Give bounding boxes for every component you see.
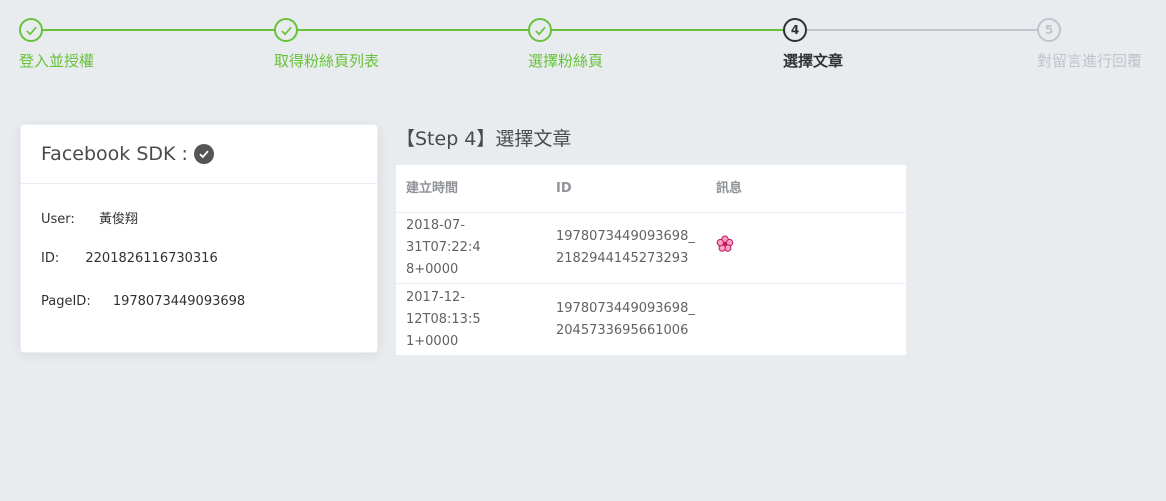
cherry-blossom-icon: [716, 235, 734, 253]
id-value: 2201826116730316: [85, 251, 218, 266]
facebook-sdk-card: Facebook SDK : User: 黃俊翔 ID: 22018261167…: [20, 124, 378, 353]
user-row: User: 黃俊翔: [41, 208, 138, 227]
user-value: 黃俊翔: [98, 212, 138, 227]
page-id-label: PageID:: [41, 294, 91, 309]
table-row[interactable]: 2017-12-12T08:13:5 1+0000 19780734490936…: [396, 284, 906, 355]
column-header-time: 建立時間: [406, 180, 459, 196]
column-header-id: ID: [556, 180, 572, 196]
page-id-row: PageID: 1978073449093698: [41, 294, 245, 309]
id-row: ID: 2201826116730316: [41, 251, 218, 266]
step-3-title: 選擇粉絲頁: [528, 52, 604, 70]
column-header-message: 訊息: [716, 180, 743, 196]
table-row[interactable]: 2018-07-31T07:22:4 8+0000 19780734490936…: [396, 213, 906, 284]
step-connector: [42, 29, 286, 31]
row-time: 2018-07-31T07:22:4 8+0000: [406, 218, 481, 277]
step-connector: [806, 29, 1038, 31]
step-2-title: 取得粉絲頁列表: [274, 52, 380, 70]
page-id-value: 1978073449093698: [112, 294, 246, 309]
user-label: User:: [41, 212, 75, 227]
step-1-title: 登入並授權: [19, 52, 95, 70]
step-5-number: 5: [1037, 18, 1061, 42]
table-header-row: 建立時間 ID 訊息: [396, 165, 906, 213]
id-label: ID:: [41, 251, 60, 266]
row-id: 1978073449093698_ 2182944145273293: [556, 229, 695, 266]
step-2-check-icon: [274, 18, 298, 42]
panel-title: 【Step 4】選擇文章: [396, 128, 572, 150]
posts-table: 建立時間 ID 訊息 2018-07-31T07:22:4 8+0000 197…: [396, 165, 906, 355]
step-1-check-icon: [19, 18, 43, 42]
step-3-check-icon: [528, 18, 552, 42]
step-4-number: 4: [783, 18, 807, 42]
step-connector: [550, 29, 784, 31]
check-circle-icon: [193, 144, 214, 164]
steps-bar: 4 5 登入並授權 取得粉絲頁列表 選擇粉絲頁 選擇文章 對留言進行回覆: [0, 0, 1166, 80]
row-time: 2017-12-12T08:13:5 1+0000: [406, 289, 481, 349]
step-4-title: 選擇文章: [783, 52, 844, 70]
row-id: 1978073449093698_ 2045733695661006: [556, 300, 695, 338]
card-header: Facebook SDK :: [21, 125, 377, 184]
step-connector: [296, 29, 540, 31]
step-5-title: 對留言進行回覆: [1037, 52, 1143, 70]
card-title: Facebook SDK :: [41, 143, 188, 165]
row-message: [706, 235, 906, 261]
